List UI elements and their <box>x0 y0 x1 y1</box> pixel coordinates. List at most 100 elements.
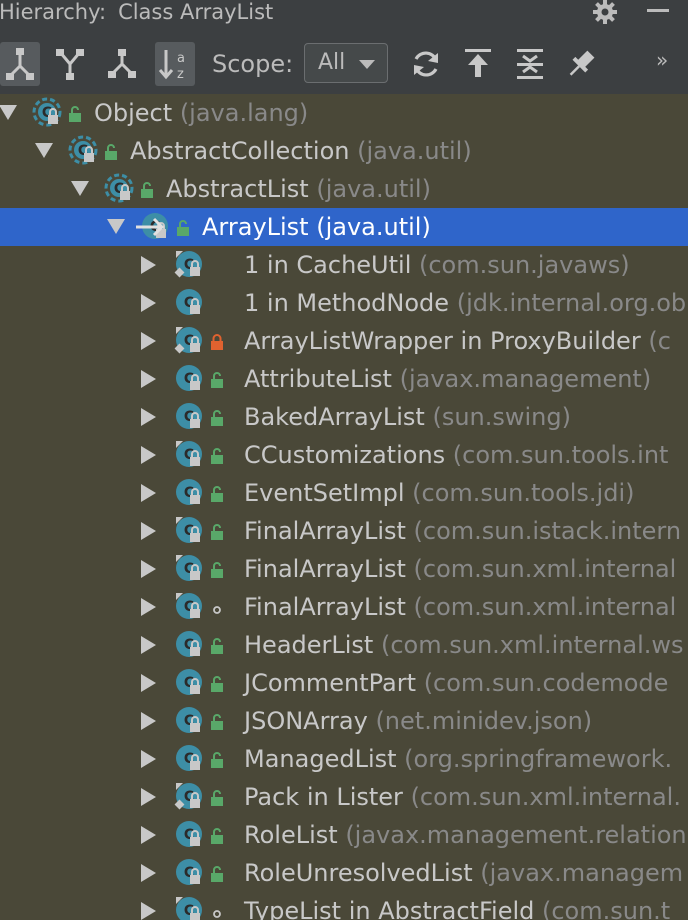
expand-arrow-icon[interactable] <box>141 826 156 844</box>
expand-arrow-icon[interactable] <box>141 294 156 312</box>
package-name: (com.sun.xml.internal.ws <box>380 631 684 659</box>
expand-arrow-icon[interactable] <box>141 902 156 920</box>
tree-row-label: AbstractCollection (java.util) <box>130 132 472 170</box>
tree-row[interactable]: C FinalArrayList (com.sun.xml.internal <box>0 588 688 626</box>
more-actions-button[interactable]: » <box>656 48 668 72</box>
tree-row[interactable]: C AbstractList (java.util) <box>0 170 688 208</box>
class-name: TypeList in AbstractField <box>244 897 535 920</box>
tree-row[interactable]: C FinalArrayList (com.sun.xml.internal <box>0 550 688 588</box>
tree-row[interactable]: C FinalArrayList (com.sun.istack.intern <box>0 512 688 550</box>
tree-row[interactable]: C JCommentPart (com.sun.codemode <box>0 664 688 702</box>
refresh-button[interactable] <box>406 42 446 86</box>
collapse-arrow-icon[interactable] <box>107 219 125 234</box>
expand-arrow-icon[interactable] <box>141 636 156 654</box>
supertypes-hierarchy-button[interactable] <box>0 42 40 86</box>
tree-row[interactable]: C ArrayListWrapper in ProxyBuilder (c <box>0 322 688 360</box>
tree-row[interactable]: C BakedArrayList (sun.swing) <box>0 398 688 436</box>
expand-arrow-icon[interactable] <box>141 256 156 274</box>
tree-row-label: JCommentPart (com.sun.codemode <box>244 664 668 702</box>
tree-row-label: Pack in Lister (com.sun.xml.internal. <box>244 778 681 816</box>
class-icon: C <box>176 745 202 771</box>
class-name: ArrayListWrapper in ProxyBuilder <box>244 327 641 355</box>
tree-row-label: 1 in MethodNode (jdk.internal.org.ob <box>244 284 686 322</box>
tree-row[interactable]: C RoleUnresolvedList (javax.managem <box>0 854 688 892</box>
expand-arrow-icon[interactable] <box>141 674 156 692</box>
expand-arrow-icon[interactable] <box>141 522 156 540</box>
class-hierarchy-button[interactable] <box>102 42 142 86</box>
tree-row[interactable]: C Object (java.lang) <box>0 94 688 132</box>
tree-row[interactable]: C EventSetImpl (com.sun.tools.jdi) <box>0 474 688 512</box>
class-icon: C <box>174 251 202 278</box>
gear-icon[interactable] <box>592 0 618 26</box>
tree-row-label: RoleUnresolvedList (javax.managem <box>244 854 683 892</box>
public-access-icon <box>141 182 153 198</box>
tree-row[interactable]: C 1 in CacheUtil (com.sun.javaws) <box>0 246 688 284</box>
class-icon: C <box>176 897 202 920</box>
expand-arrow-icon[interactable] <box>141 560 156 578</box>
class-name: 1 in CacheUtil <box>244 251 412 279</box>
package-access-icon <box>213 606 221 614</box>
minimize-icon[interactable] <box>645 0 671 26</box>
tree-row[interactable]: C JSONArray (net.minidev.json) <box>0 702 688 740</box>
class-icon: C <box>104 173 134 203</box>
tree-row-label: FinalArrayList (com.sun.xml.internal <box>244 550 676 588</box>
public-access-icon <box>211 524 223 540</box>
package-name: (com.sun.javaws) <box>419 251 630 279</box>
expand-arrow-icon[interactable] <box>141 864 156 882</box>
class-icon: C <box>176 517 202 543</box>
export-to-text-button[interactable] <box>458 42 498 86</box>
expand-arrow-icon[interactable] <box>141 712 156 730</box>
public-access-icon <box>211 448 223 464</box>
collapse-arrow-icon[interactable] <box>71 181 89 196</box>
tree-row[interactable]: C 1 in MethodNode (jdk.internal.org.ob <box>0 284 688 322</box>
class-name: AbstractCollection <box>130 137 350 165</box>
class-name: 1 in MethodNode <box>244 289 450 317</box>
expand-all-button[interactable] <box>510 42 550 86</box>
public-access-icon <box>105 144 117 160</box>
sort-alphabetically-button[interactable]: a z <box>155 42 195 86</box>
tree-row[interactable]: C ManagedList (org.springframework. <box>0 740 688 778</box>
private-access-icon <box>211 334 223 350</box>
package-name: (com.sun.xml.internal <box>413 555 677 583</box>
package-name: (org.springframework. <box>404 745 673 773</box>
public-access-icon <box>211 676 223 692</box>
expand-arrow-icon[interactable] <box>141 446 156 464</box>
expand-arrow-icon[interactable] <box>141 332 156 350</box>
package-name: (com.sun.t <box>542 897 671 920</box>
tree-row[interactable]: C RoleList (javax.management.relation <box>0 816 688 854</box>
package-name: (sun.swing) <box>432 403 571 431</box>
package-name: (jdk.internal.org.ob <box>456 289 687 317</box>
subtypes-hierarchy-button[interactable] <box>50 42 90 86</box>
expand-arrow-icon[interactable] <box>141 370 156 388</box>
tree-row-label: FinalArrayList (com.sun.xml.internal <box>244 588 676 626</box>
tree-row[interactable]: C CCustomizations (com.sun.tools.int <box>0 436 688 474</box>
expand-arrow-icon[interactable] <box>141 408 156 426</box>
expand-arrow-icon[interactable] <box>141 598 156 616</box>
tree-row[interactable]: CArrayList (java.util) <box>0 208 688 246</box>
scope-dropdown[interactable]: All <box>304 43 388 83</box>
hierarchy-panel: Hierarchy: Class ArrayList a z Scope: Al… <box>0 0 688 920</box>
pin-tab-button[interactable] <box>561 42 601 86</box>
tree-row[interactable]: C AttributeList (javax.management) <box>0 360 688 398</box>
class-name: Object <box>94 99 173 127</box>
panel-title: Hierarchy: Class ArrayList <box>0 0 273 25</box>
class-name: JCommentPart <box>244 669 417 697</box>
expand-arrow-icon[interactable] <box>141 484 156 502</box>
expand-arrow-icon[interactable] <box>141 750 156 768</box>
tree-row[interactable]: C Pack in Lister (com.sun.xml.internal. <box>0 778 688 816</box>
tree-row[interactable]: C TypeList in AbstractField (com.sun.t <box>0 892 688 920</box>
expand-arrow-icon[interactable] <box>141 788 156 806</box>
class-icon: C <box>176 859 202 885</box>
collapse-arrow-icon[interactable] <box>35 143 53 158</box>
package-name: (javax.management) <box>399 365 652 393</box>
class-name: BakedArrayList <box>244 403 425 431</box>
package-name: (com.sun.xml.internal <box>413 593 677 621</box>
subtypes-icon <box>56 49 84 80</box>
class-name: AttributeList <box>244 365 392 393</box>
tree-row[interactable]: C HeaderList (com.sun.xml.internal.ws <box>0 626 688 664</box>
export-icon <box>465 49 491 77</box>
collapse-arrow-icon[interactable] <box>0 105 17 120</box>
public-access-icon <box>69 106 81 122</box>
package-name: (javax.managem <box>480 859 684 887</box>
tree-row[interactable]: C AbstractCollection (java.util) <box>0 132 688 170</box>
